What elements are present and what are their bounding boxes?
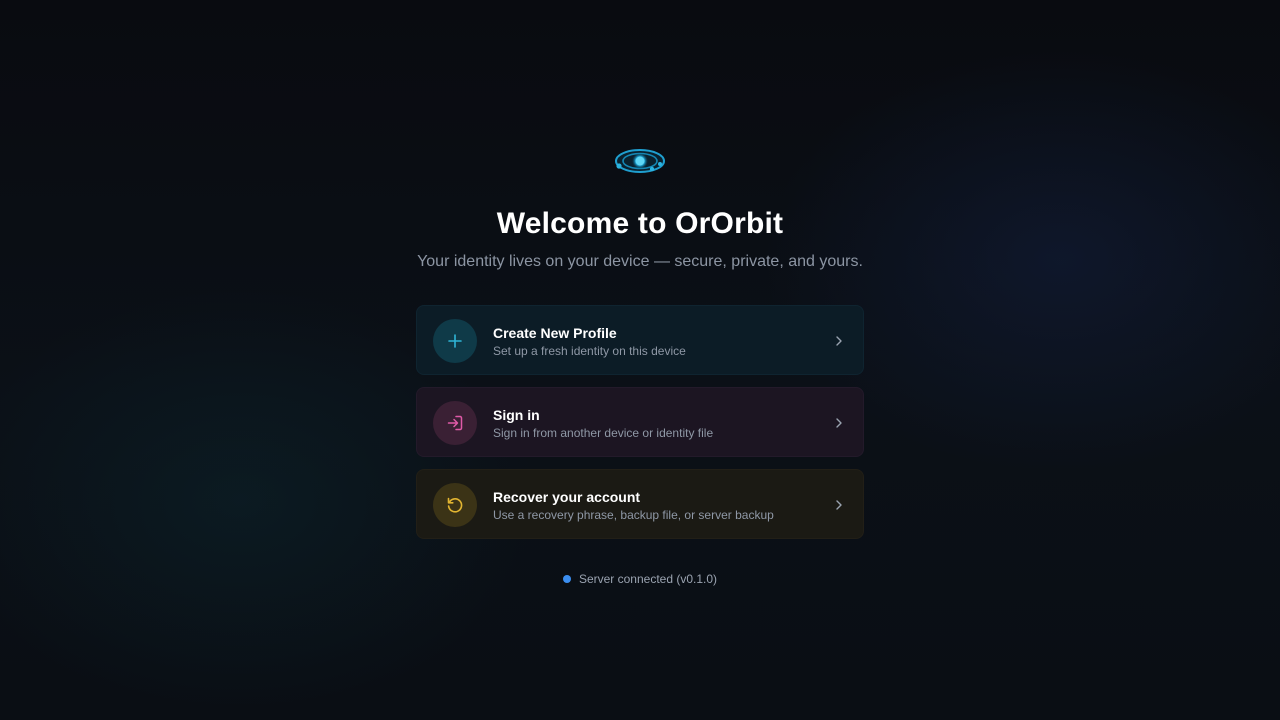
create-profile-badge — [433, 319, 477, 363]
create-new-profile-button[interactable]: Create New Profile Set up a fresh identi… — [416, 305, 864, 375]
option-label: Sign in — [493, 407, 540, 423]
plus-icon — [448, 334, 462, 348]
chevron-right-icon — [836, 418, 842, 428]
chevron-right-icon — [836, 336, 842, 346]
option-label: Create New Profile — [493, 325, 617, 341]
option-description: Use a recovery phrase, backup file, or s… — [493, 508, 774, 522]
server-status: Server connected (v0.1.0) — [0, 571, 1280, 587]
page-subtitle: Your identity lives on your device — sec… — [417, 253, 863, 270]
status-dot-icon — [562, 575, 571, 583]
orbit-logo-icon — [615, 149, 665, 173]
page-title: Welcome to OrOrbit — [496, 207, 784, 240]
sign-in-button[interactable]: Sign in Sign in from another device or i… — [416, 387, 864, 457]
option-label: Recover your account — [493, 489, 641, 505]
welcome-screen: Welcome to OrOrbit Your identity lives o… — [0, 0, 1280, 720]
sign-in-badge — [433, 401, 477, 445]
restore-icon — [447, 497, 463, 513]
option-description: Sign in from another device or identity … — [493, 426, 714, 440]
sign-in-icon — [447, 415, 463, 431]
recover-account-button[interactable]: Recover your account Use a recovery phra… — [416, 469, 864, 539]
server-status-text: Server connected (v0.1.0) — [578, 572, 718, 586]
chevron-right-icon — [836, 500, 842, 510]
option-description: Set up a fresh identity on this device — [493, 344, 686, 358]
recover-account-badge — [433, 483, 477, 527]
